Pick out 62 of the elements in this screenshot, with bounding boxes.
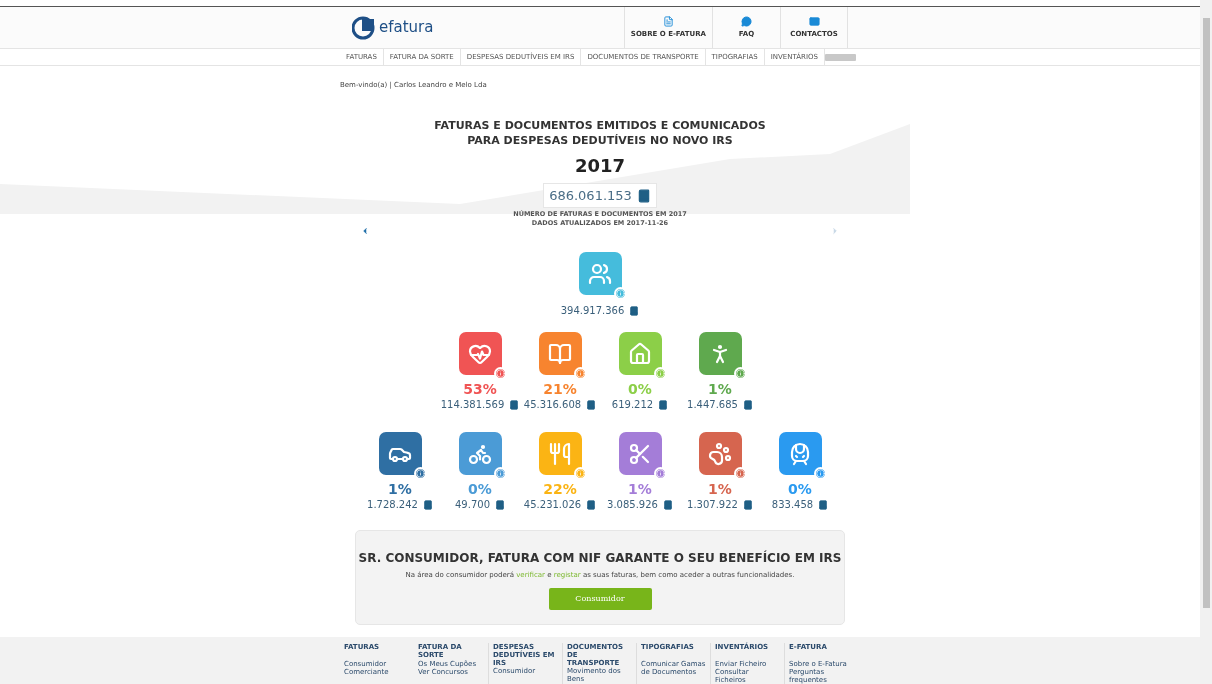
document-icon [586, 499, 597, 510]
cutlery-icon [548, 441, 572, 466]
document-icon [636, 188, 651, 203]
category-percent: 22% [543, 481, 577, 497]
document-icon [495, 499, 505, 510]
family-icon [588, 261, 612, 286]
info-icon[interactable] [733, 367, 747, 380]
document-icon [629, 305, 640, 316]
info-icon[interactable] [733, 467, 747, 480]
document-icon [662, 499, 673, 510]
category-count: 45.316.608 [523, 398, 582, 412]
scissors-icon [628, 441, 652, 466]
chevron-left-icon [360, 226, 370, 236]
house-icon [628, 341, 652, 366]
mail-icon [808, 15, 820, 27]
category-count: 3.085.926 [607, 498, 658, 512]
category-percent: 53% [463, 381, 497, 397]
info-icon[interactable] [493, 467, 507, 480]
info-icon[interactable] [573, 367, 587, 380]
document-icon [662, 15, 674, 27]
document-icon [422, 499, 433, 510]
chevron-right-icon [830, 226, 840, 236]
paw-icon [708, 441, 732, 466]
category-count: 1.447.685 [687, 398, 738, 412]
category-percent: 0% [788, 481, 812, 497]
chat-icon [741, 15, 752, 27]
year-heading: 2017 [574, 154, 626, 178]
train-icon [788, 441, 812, 466]
category-percent: 0% [628, 381, 652, 397]
category-percent: 1% [388, 481, 412, 497]
total-counter: 686.061.153 [543, 183, 657, 208]
category-count: 833.458 [771, 498, 814, 512]
hero-title: FATURAS E DOCUMENTOS EMITIDOS E COMUNICADOS [434, 118, 766, 133]
info-icon[interactable] [813, 467, 827, 480]
scrollbar[interactable] [1200, 0, 1212, 684]
category-count: 1.728.242 [367, 498, 418, 512]
category-percent: 21% [543, 381, 577, 397]
info-icon[interactable] [653, 467, 667, 480]
info-icon[interactable] [413, 467, 427, 480]
category-count: 394.917.366 [560, 304, 625, 318]
category-count: 114.381.569 [440, 398, 505, 412]
category-percent: 1% [708, 381, 732, 397]
info-icon[interactable] [613, 287, 627, 300]
document-icon [742, 399, 753, 410]
document-icon [742, 499, 753, 510]
session-button[interactable] [824, 53, 856, 61]
logo-text: efatura [379, 17, 434, 39]
document-icon [658, 399, 669, 410]
info-icon[interactable] [493, 367, 507, 380]
hero-title: PARA DESPESAS DEDUTÍVEIS NO NOVO IRS [467, 133, 733, 148]
category-count: 619.212 [611, 398, 654, 412]
category-count: 1.307.922 [687, 498, 738, 512]
book-icon [548, 341, 572, 366]
document-icon [818, 499, 829, 510]
category-count: 45.231.026 [523, 498, 582, 512]
category-percent: 0% [468, 481, 492, 497]
category-percent: 1% [628, 481, 652, 497]
document-icon [509, 399, 520, 410]
category-percent: 1% [708, 481, 732, 497]
document-icon [586, 399, 597, 410]
banner-title: SR. CONSUMIDOR, FATURA COM NIF GARANTE O SEU BENEFÍCIO EM IRS [358, 549, 842, 567]
category-count: 49.700 [455, 498, 490, 512]
